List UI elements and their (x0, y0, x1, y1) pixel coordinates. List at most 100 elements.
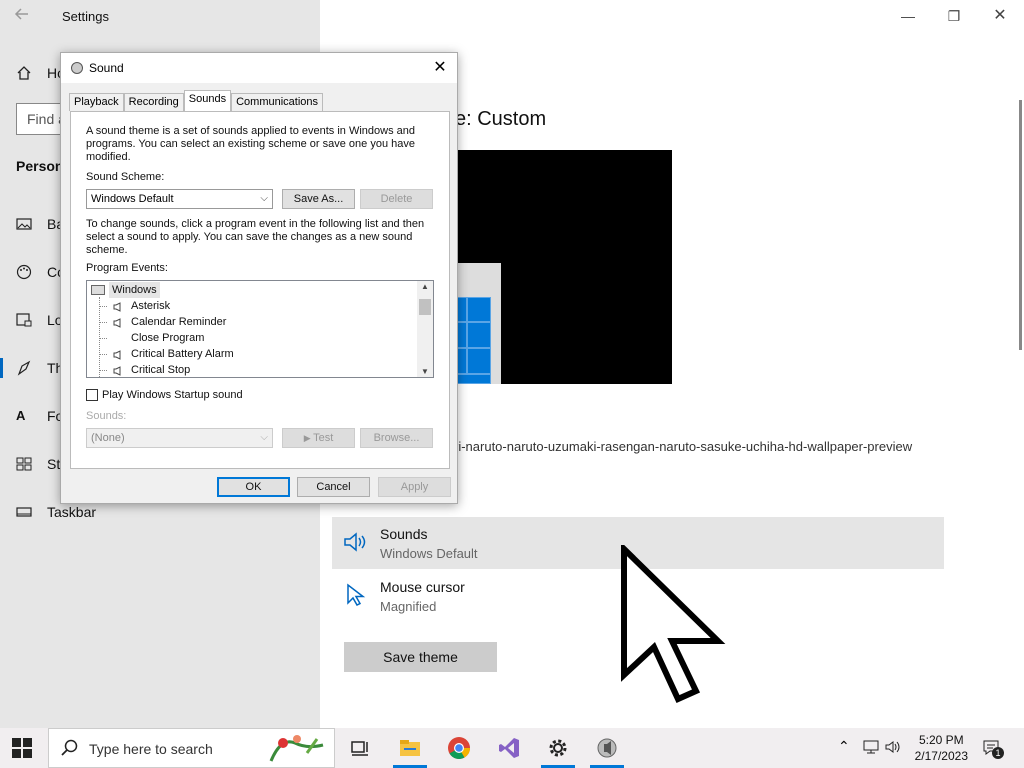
list-item[interactable]: Asterisk (87, 298, 407, 314)
speaker-icon (113, 317, 122, 328)
mouse-cursor-icon (620, 541, 730, 710)
instructions-text: To change sounds, click a program event … (86, 218, 425, 256)
chevron-down-icon: ⌵ (260, 432, 268, 443)
themes-icon (16, 360, 32, 376)
preview-tile (455, 374, 491, 384)
sound-app-icon[interactable] (595, 736, 619, 760)
list-item-label: Critical Battery Alarm (131, 348, 234, 360)
preview-tile (467, 348, 491, 374)
nav-item-label: St (47, 456, 61, 472)
startup-sound-checkbox[interactable] (86, 389, 98, 401)
scrollbar[interactable] (1019, 100, 1022, 350)
chevron-down-icon: ⌵ (260, 193, 268, 204)
close-icon[interactable]: ✕ (992, 8, 1008, 24)
scroll-up-icon[interactable]: ▲ (421, 282, 429, 291)
palette-icon (16, 264, 32, 280)
start-icon (16, 456, 32, 472)
browse-button[interactable]: Browse... (360, 428, 433, 448)
tab-sounds[interactable]: Sounds (183, 90, 232, 111)
list-item-label: Calendar Reminder (131, 316, 227, 328)
volume-icon[interactable] (884, 739, 902, 760)
tab-recording[interactable]: Recording (123, 93, 184, 111)
clock[interactable]: 5:20 PM 2/17/2023 (915, 732, 968, 764)
back-arrow-icon[interactable] (14, 6, 34, 26)
image-icon (16, 216, 32, 232)
file-explorer-icon[interactable] (398, 736, 422, 760)
list-item-label: Asterisk (131, 300, 171, 312)
sound-dialog: Sound ✕ Playback Recording Sounds Commun… (60, 52, 458, 504)
window-title: Settings (62, 9, 109, 24)
clock-date: 2/17/2023 (914, 749, 968, 763)
active-indicator (0, 358, 3, 378)
save-as-button[interactable]: Save As... (282, 189, 355, 209)
taskbar: Type here to search ⌃ 5:20 PM 2/17/2023 … (0, 728, 1024, 768)
home-icon (16, 65, 32, 81)
taskbar-icon (16, 504, 32, 520)
nav-item-label: Taskbar (47, 504, 97, 520)
cancel-button[interactable]: Cancel (297, 477, 370, 497)
tree-connector (99, 354, 107, 355)
sound-scheme-select[interactable]: Windows Default ⌵ (86, 189, 273, 209)
dialog-tabs: Playback Recording Sounds Communications (69, 90, 324, 111)
speaker-icon (113, 301, 122, 312)
mouse-cursor-row-subtitle: Magnified (380, 599, 437, 614)
windows-category-icon (91, 285, 105, 295)
speaker-icon (113, 349, 122, 360)
close-icon[interactable]: ✕ (431, 59, 449, 77)
preview-tile (467, 322, 491, 348)
tab-communications[interactable]: Communications (231, 93, 324, 111)
sounds-tab-panel: A sound theme is a set of sounds applied… (70, 111, 450, 469)
list-item[interactable]: Critical Battery Alarm (87, 346, 407, 362)
notification-icon[interactable]: 1 (982, 738, 1004, 763)
events-label: Program Events: (86, 262, 168, 274)
preview-tile (467, 297, 491, 322)
ok-button[interactable]: OK (217, 477, 290, 497)
windows-start-icon[interactable] (12, 738, 32, 758)
taskbar-search-box[interactable]: Type here to search (48, 728, 335, 768)
show-hidden-icons-icon[interactable]: ⌃ (838, 738, 850, 755)
scroll-down-icon[interactable]: ▼ (421, 367, 429, 376)
list-item[interactable]: Calendar Reminder (87, 314, 407, 330)
search-icon (61, 739, 79, 762)
test-button-label: Test (313, 432, 334, 444)
network-icon[interactable] (862, 739, 880, 760)
mouse-pointer-icon (342, 582, 368, 608)
sounds-select[interactable]: (None) ⌵ (86, 428, 273, 448)
background-name: ri-naruto-naruto-uzumaki-rasengan-naruto… (454, 439, 913, 454)
sounds-row-subtitle: Windows Default (380, 546, 478, 561)
speaker-app-icon (71, 62, 83, 74)
sounds-label: Sounds: (86, 410, 127, 422)
test-button[interactable]: ▶ Test (282, 428, 355, 448)
tree-connector (99, 322, 107, 323)
settings-gear-icon[interactable] (546, 736, 570, 760)
tab-playback[interactable]: Playback (69, 93, 124, 111)
program-events-list[interactable]: Windows Asterisk Calendar Reminder Close… (86, 280, 434, 378)
search-highlight-bird-icon (263, 731, 333, 768)
minimize-icon[interactable]: — (900, 8, 916, 24)
scheme-label: Sound Scheme: (86, 171, 165, 183)
page-heading: e: Custom (455, 108, 547, 130)
speaker-icon (342, 529, 368, 555)
theme-preview-window (455, 263, 501, 384)
sounds-select-value: (None) (91, 432, 125, 444)
scroll-thumb[interactable] (419, 299, 431, 315)
list-item[interactable]: Critical Stop (87, 362, 407, 377)
restore-icon[interactable]: ❐ (946, 8, 962, 24)
mouse-cursor-row-title: Mouse cursor (380, 579, 465, 595)
task-view-icon[interactable] (348, 736, 372, 760)
list-item[interactable]: Close Program (87, 330, 407, 346)
chrome-icon[interactable] (447, 736, 471, 760)
fonts-icon: A (16, 408, 26, 423)
visual-studio-icon[interactable] (497, 736, 521, 760)
notification-count: 1 (992, 747, 1004, 759)
list-item-label: Windows (109, 282, 160, 298)
save-theme-button[interactable]: Save theme (344, 642, 497, 672)
tree-connector (99, 306, 107, 307)
dialog-titlebar[interactable]: Sound ✕ (61, 53, 457, 83)
list-item-label: Close Program (131, 332, 205, 344)
delete-button[interactable]: Delete (360, 189, 433, 209)
apply-button[interactable]: Apply (378, 477, 451, 497)
taskbar-search-placeholder: Type here to search (89, 741, 213, 757)
section-heading: Person (16, 158, 64, 174)
list-scrollbar[interactable]: ▲ ▼ (417, 281, 433, 377)
